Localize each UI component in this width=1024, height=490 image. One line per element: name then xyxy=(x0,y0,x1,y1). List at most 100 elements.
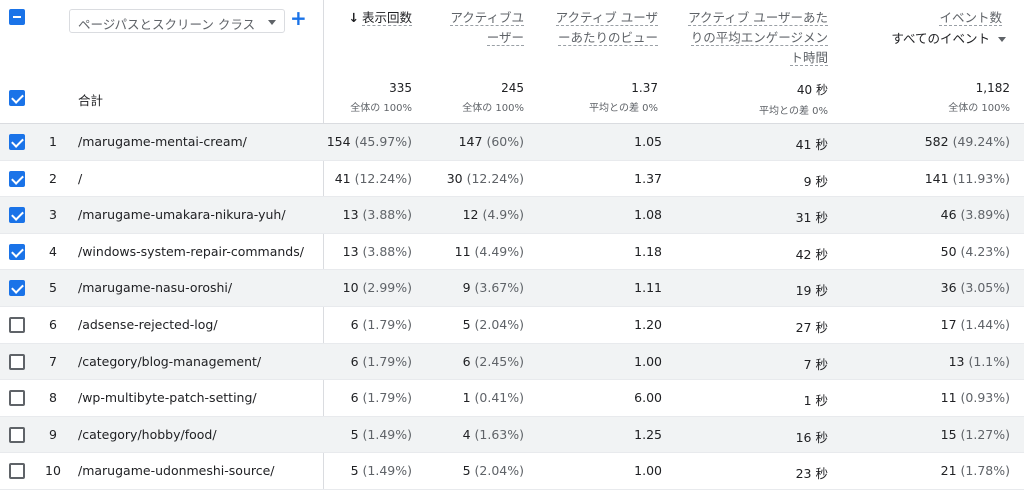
avg-engagement-cell: 9 秒 xyxy=(803,173,828,189)
views-per-user-cell: 1.25 xyxy=(634,426,662,442)
active-users-cell: 5 (2.04%) xyxy=(462,463,524,479)
row-number: 7 xyxy=(49,353,57,369)
avg-engagement-cell: 16 秒 xyxy=(795,429,828,445)
event-count-cell: 15 (1.27%) xyxy=(940,426,1010,442)
total-active-users: 245 全体の 100% xyxy=(462,81,524,114)
page-path-link[interactable]: /adsense-rejected-log/ xyxy=(78,317,218,332)
table-row[interactable]: 4/windows-system-repair-commands/13 (3.8… xyxy=(0,234,1024,271)
row-checkbox[interactable] xyxy=(9,243,25,260)
event-count-cell: 46 (3.89%) xyxy=(940,207,1010,223)
table-row[interactable]: 2 / 41 (12.24%) 30 (12.24%) 1.37 9 秒 141 (11.9… xyxy=(0,161,1024,198)
views-cell: 5 (1.49%) xyxy=(350,426,412,442)
event-count-cell: 13 (1.1%) xyxy=(948,353,1010,369)
row-number: 3 xyxy=(49,207,57,223)
views-cell: 6 (1.79%) xyxy=(350,353,412,369)
row-checkbox[interactable] xyxy=(9,390,25,407)
table-row[interactable]: 7/category/blog-management/6 (1.79%) 6 (2… xyxy=(0,343,1024,381)
column-header-avg-engagement[interactable]: アクティブ ユーザーあたりの平均エンゲージメント時間 xyxy=(688,8,828,68)
table-row[interactable]: 3/marugame-umakara-nikura-yuh/13 (3.88%)… xyxy=(0,197,1024,234)
avg-engagement-cell: 19 秒 xyxy=(795,283,828,299)
page-path-link[interactable]: /category/blog-management/ xyxy=(78,354,261,369)
column-header-event-count[interactable]: イベント数 xyxy=(882,8,1002,28)
views-cell: 13 (3.88%) xyxy=(342,207,412,223)
row-checkbox[interactable] xyxy=(9,463,25,480)
total-event-count: 1,182 全体の 100% xyxy=(948,81,1010,114)
dimension-select[interactable]: ページパスとスクリーン クラス xyxy=(69,9,285,33)
row-checkbox[interactable] xyxy=(9,353,25,370)
row-checkbox[interactable] xyxy=(9,170,25,187)
active-users-cell: 4 (1.63%) xyxy=(462,426,524,442)
row-number: 1 xyxy=(49,134,57,149)
active-users-cell: 12 (4.9%) xyxy=(462,207,524,223)
views-per-user-cell: 1.37 xyxy=(634,170,662,186)
event-count-cell: 50 (4.23%) xyxy=(940,243,1010,259)
views-cell: 13 (3.88%) xyxy=(342,243,412,259)
row-checkbox[interactable] xyxy=(9,280,25,297)
row-number: 5 xyxy=(49,280,57,296)
dimension-select-label: ページパスとスクリーン クラス xyxy=(78,17,256,32)
avg-engagement-cell: 1 秒 xyxy=(803,393,828,409)
total-row-checkbox[interactable] xyxy=(9,90,25,106)
total-avg-engagement: 40 秒 平均との差 0% xyxy=(759,83,828,117)
views-cell: 41 (12.24%) xyxy=(334,170,412,186)
avg-engagement-cell: 7 秒 xyxy=(803,356,828,372)
total-views-per-user: 1.37 平均との差 0% xyxy=(589,81,658,114)
active-users-cell: 11 (4.49%) xyxy=(454,243,524,259)
views-per-user-cell: 1.05 xyxy=(634,134,662,149)
caret-down-icon xyxy=(268,20,276,25)
page-path-link[interactable]: /marugame-nasu-oroshi/ xyxy=(78,280,232,295)
avg-engagement-cell: 42 秒 xyxy=(795,246,828,262)
page-path-link[interactable]: /marugame-mentai-cream/ xyxy=(78,134,247,149)
page-path-link[interactable]: /marugame-udonmeshi-source/ xyxy=(78,463,275,478)
views-cell: 6 (1.79%) xyxy=(350,317,412,332)
page-path-link[interactable]: /category/hobby/food/ xyxy=(78,427,217,442)
total-label: 合計 xyxy=(78,93,104,108)
caret-down-icon xyxy=(998,37,1006,42)
page-path-link[interactable]: /wp-multibyte-patch-setting/ xyxy=(78,390,257,405)
table-row[interactable]: 6/adsense-rejected-log/6 (1.79%) 5 (2.04%… xyxy=(0,307,1024,344)
report-table: ページパスとスクリーン クラス + 合計 ↓ 表示回数 アクティブユーザー アクテ… xyxy=(0,0,1024,490)
column-header-views[interactable]: ↓ 表示回数 xyxy=(312,8,412,28)
views-cell: 154 (45.97%) xyxy=(326,134,412,149)
event-filter-label: すべてのイベント xyxy=(891,31,990,46)
active-users-cell: 30 (12.24%) xyxy=(446,170,524,186)
table-row[interactable]: 9/category/hobby/food/5 (1.49%) 4 (1.63%)… xyxy=(0,416,1024,454)
event-count-cell: 17 (1.44%) xyxy=(940,317,1010,332)
row-number: 2 xyxy=(49,170,57,186)
views-per-user-cell: 1.11 xyxy=(634,280,662,296)
total-views: 335 全体の 100% xyxy=(350,81,412,114)
row-checkbox[interactable] xyxy=(9,426,25,443)
active-users-cell: 6 (2.45%) xyxy=(462,353,524,369)
event-count-cell: 21 (1.78%) xyxy=(940,463,1010,479)
avg-engagement-cell: 41 秒 xyxy=(795,137,828,152)
table-row[interactable]: 8/wp-multibyte-patch-setting/6 (1.79%) 1 … xyxy=(0,380,1024,417)
avg-engagement-cell: 27 秒 xyxy=(795,320,828,335)
row-checkbox[interactable] xyxy=(9,207,25,224)
event-count-cell: 582 (49.24%) xyxy=(924,134,1010,149)
table-header: ページパスとスクリーン クラス + 合計 ↓ 表示回数 アクティブユーザー アクテ… xyxy=(0,0,1024,124)
row-checkbox[interactable] xyxy=(9,134,25,150)
table-row[interactable]: 1/marugame-mentai-cream/154 (45.97%) 147 … xyxy=(0,124,1024,161)
active-users-cell: 5 (2.04%) xyxy=(462,317,524,332)
row-checkbox[interactable] xyxy=(9,317,25,333)
table-row[interactable]: 5/marugame-nasu-oroshi/10 (2.99%) 9 (3.67… xyxy=(0,270,1024,307)
row-number: 9 xyxy=(49,426,57,442)
page-path-link[interactable]: /windows-system-repair-commands/ xyxy=(78,244,304,259)
select-all-checkbox[interactable] xyxy=(9,9,25,25)
avg-engagement-cell: 31 秒 xyxy=(795,210,828,226)
page-path-link[interactable]: /marugame-umakara-nikura-yuh/ xyxy=(78,207,286,222)
views-cell: 5 (1.49%) xyxy=(350,463,412,479)
active-users-cell: 147 (60%) xyxy=(458,134,524,149)
column-header-active-users[interactable]: アクティブユーザー xyxy=(444,8,524,48)
row-number: 10 xyxy=(45,463,61,479)
views-cell: 6 (1.79%) xyxy=(350,390,412,406)
views-per-user-cell: 1.00 xyxy=(634,353,662,369)
avg-engagement-cell: 23 秒 xyxy=(795,466,828,482)
page-path-link[interactable]: / xyxy=(78,171,82,186)
views-per-user-cell: 1.18 xyxy=(634,243,662,259)
views-cell: 10 (2.99%) xyxy=(342,280,412,296)
table-row[interactable]: 10/marugame-udonmeshi-source/5 (1.49%) 5 … xyxy=(0,453,1024,490)
add-dimension-button[interactable]: + xyxy=(290,6,307,30)
event-filter-dropdown[interactable]: すべてのイベント xyxy=(891,28,1006,47)
column-header-views-per-user[interactable]: アクティブ ユーザーあたりのビュー xyxy=(546,8,658,48)
